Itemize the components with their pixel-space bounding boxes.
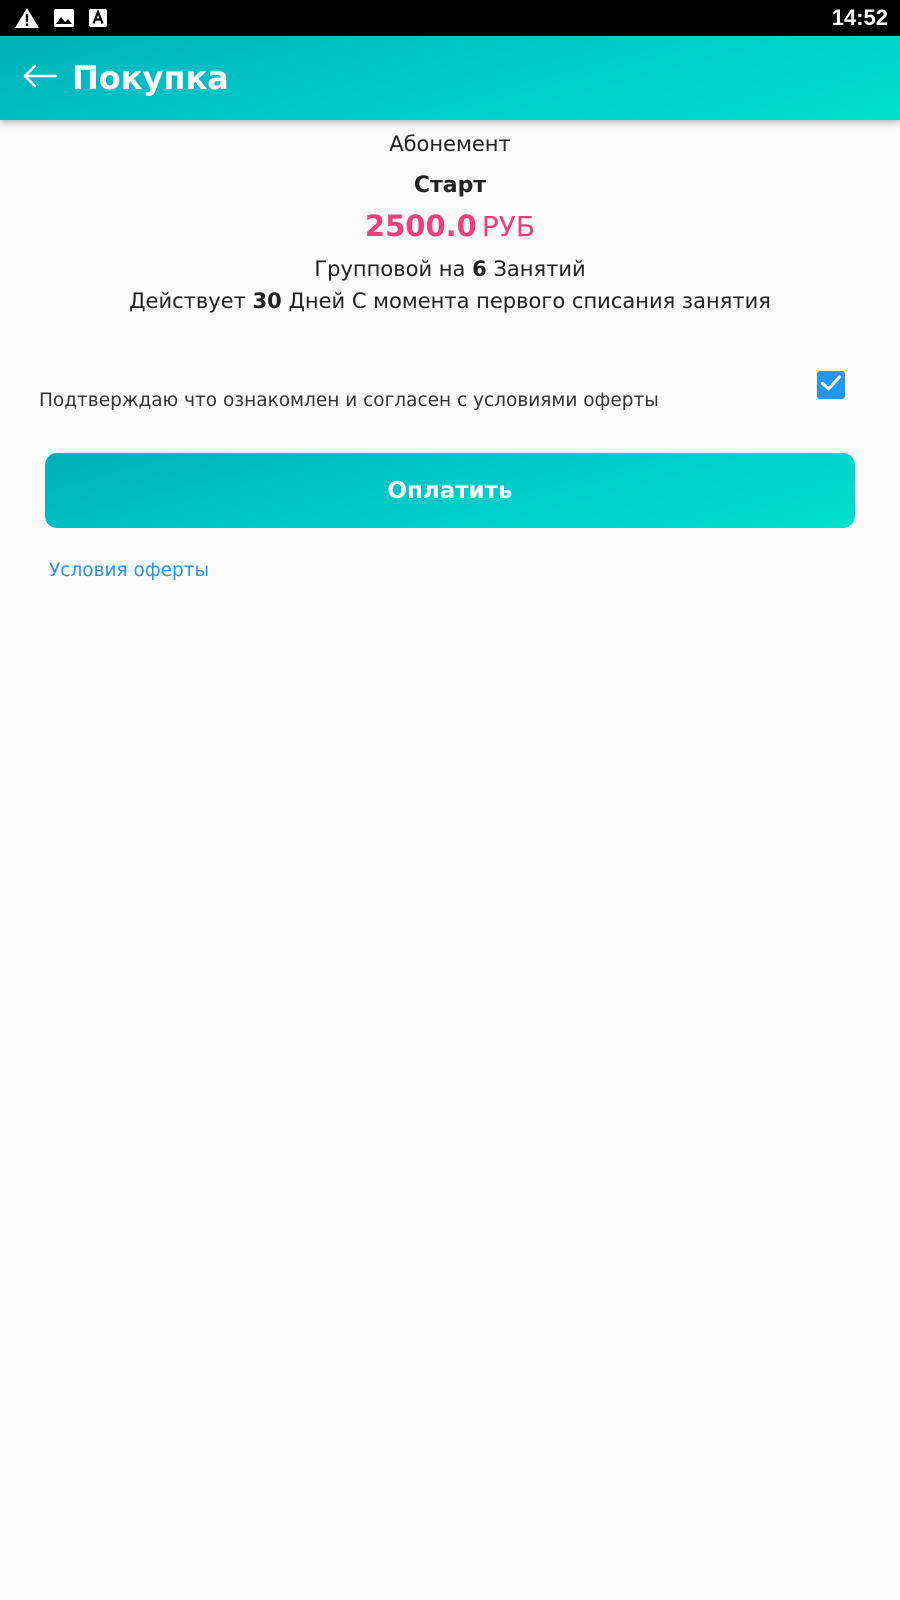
subscription-type-label: Абонемент xyxy=(389,132,511,156)
back-button[interactable] xyxy=(20,58,60,98)
price: 2500.0 РУБ xyxy=(0,208,900,249)
validity-detail: Действует 30 Дней С момента первого спис… xyxy=(0,285,900,317)
app-bar: Покупка xyxy=(0,36,900,120)
offer-terms-link[interactable]: Условия оферты xyxy=(49,557,209,585)
arrow-back-icon xyxy=(22,64,58,92)
pay-button[interactable]: Оплатить xyxy=(45,453,855,528)
lessons-detail: Групповой на 6 Занятий xyxy=(0,253,900,285)
validity-suffix: Дней С момента первого списания занятия xyxy=(288,289,771,313)
lessons-prefix: Групповой на xyxy=(314,257,466,281)
page-title: Покупка xyxy=(72,59,229,97)
status-bar: 14:52 xyxy=(0,0,900,36)
lessons-suffix: Занятий xyxy=(493,257,586,281)
status-icons xyxy=(14,7,108,29)
subscription-info: Абонемент Старт 2500.0 РУБ Групповой на … xyxy=(0,128,900,317)
image-icon xyxy=(53,8,75,28)
agreement-checkbox[interactable] xyxy=(817,371,845,399)
plan-name: Старт xyxy=(413,173,487,198)
status-clock: 14:52 xyxy=(831,5,888,30)
warning-icon xyxy=(14,7,40,29)
validity-prefix: Действует xyxy=(129,289,246,313)
agreement-text: Подтверждаю что ознакомлен и согласен с … xyxy=(39,390,659,411)
font-icon xyxy=(88,8,108,28)
price-value: 2500.0 xyxy=(364,209,477,243)
price-currency: РУБ xyxy=(481,210,536,243)
lessons-count: 6 xyxy=(472,257,487,281)
check-icon xyxy=(820,374,842,396)
validity-days: 30 xyxy=(252,289,282,313)
